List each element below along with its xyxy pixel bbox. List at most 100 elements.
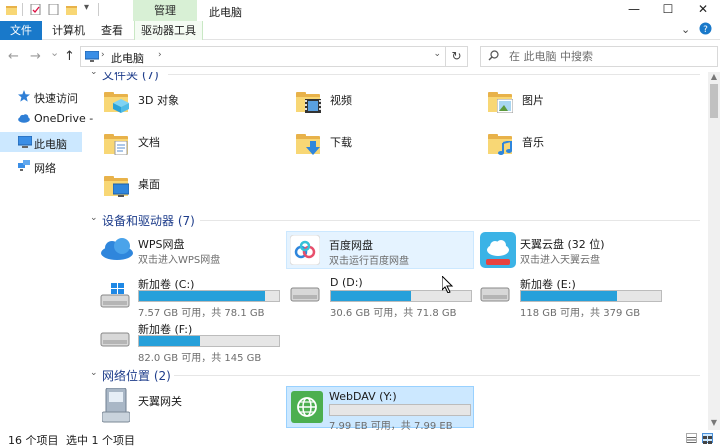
drive-free-space: 7.57 GB 可用，共 78.1 GB [138,308,265,319]
new-folder-icon[interactable] [66,4,77,15]
star-icon [18,90,30,102]
drive-description: 双击进入天翼云盘 [520,255,600,266]
tab-computer[interactable]: 计算机 [52,21,85,40]
drive-free-space: 30.6 GB 可用，共 71.8 GB [330,308,457,319]
scroll-down-icon[interactable]: ▼ [708,418,720,430]
mouse-cursor-icon [441,274,454,296]
properties-icon[interactable] [30,3,41,16]
customize-quick-access-icon[interactable]: ▾ [84,2,89,16]
new-document-icon[interactable] [48,3,59,16]
scroll-up-icon[interactable]: ▲ [708,72,720,84]
tab-drive-tools[interactable]: 驱动器工具 [134,21,203,40]
divider [168,74,700,75]
address-dropdown-icon[interactable]: ⌄ [433,49,441,59]
drive-usage-fill [331,291,412,301]
drive-item-f[interactable]: 新加卷 (F:) 82.0 GB 可用，共 145 GB [98,318,284,364]
recent-locations-button[interactable]: ⌄ [50,46,59,59]
search-icon [488,50,499,64]
folder-item-downloads[interactable]: 下载 [290,128,470,168]
drive-item-tianyi[interactable]: 天翼云盘 (32 位) 双击进入天翼云盘 [478,231,668,269]
windows-drive-icon [100,283,130,308]
folder-item-pictures[interactable]: 图片 [482,86,662,126]
chevron-down-icon: ⌄ [90,368,98,378]
tab-view[interactable]: 查看 [101,21,123,40]
drive-item-wps[interactable]: WPS网盘 双击进入WPS网盘 [98,231,284,269]
up-button[interactable]: ↑ [64,49,75,64]
drive-item-baidu[interactable]: 百度网盘 双击运行百度网盘 [286,231,474,269]
sidebar-item-label: 网络 [34,162,56,175]
group-title: 设备和驱动器 (7) [102,214,195,228]
breadcrumb-this-pc[interactable]: 此电脑 [111,50,144,66]
group-header-folders[interactable]: ⌄ 文件夹 (7) [88,72,700,82]
folder-item-3d-objects[interactable]: 3D 对象 [98,86,278,126]
minimize-button[interactable]: — [617,0,651,21]
divider [200,220,700,221]
search-box[interactable] [480,46,718,67]
network-item-webdav[interactable]: WebDAV (Y:) 7.99 EB 可用，共 7.99 EB [286,386,474,430]
window-title: 此电脑 [209,6,242,19]
drive-item-e[interactable]: 新加卷 (E:) 118 GB 可用，共 379 GB [478,273,664,319]
media-device-icon [101,387,131,424]
forward-button[interactable]: → [30,49,41,64]
refresh-button[interactable]: ↻ [445,47,467,66]
close-button[interactable]: ✕ [686,0,720,21]
folder-name: 图片 [522,94,544,107]
group-header-devices[interactable]: ⌄ 设备和驱动器 (7) [88,212,700,228]
group-header-network[interactable]: ⌄ 网络位置 (2) [88,367,700,383]
help-icon[interactable]: ? [699,22,712,38]
details-view-icon[interactable] [686,433,697,443]
network-icon [18,160,30,172]
search-input[interactable] [509,48,709,65]
network-item-tianyi-gateway[interactable]: 天翼网关 [98,386,284,426]
sidebar-item-this-pc[interactable]: 此电脑 [0,132,82,152]
tiles-view-icon[interactable] [702,433,713,444]
drive-usage-fill [139,336,200,346]
hard-drive-icon [480,287,510,311]
breadcrumb-separator[interactable]: › [101,50,105,60]
breadcrumb-separator[interactable]: › [158,50,162,60]
svg-text:?: ? [703,25,708,35]
folder-item-music[interactable]: 音乐 [482,128,662,168]
wps-cloud-icon [100,237,133,261]
folder-name: 桌面 [138,178,160,191]
cloud-icon [18,112,30,124]
folder-item-desktop[interactable]: 桌面 [98,170,278,210]
folder-item-videos[interactable]: 视频 [290,86,470,126]
computer-icon [84,50,100,62]
drive-usage-bar [138,335,280,347]
sidebar-item-network[interactable]: 网络 [0,156,82,176]
address-bar[interactable]: › 此电脑 › ⌄ ↻ [80,46,468,67]
manage-context-tab[interactable]: 管理 [133,0,197,21]
drive-free-space: 118 GB 可用，共 379 GB [520,308,641,319]
folder-name: 音乐 [522,136,544,149]
vertical-scrollbar[interactable]: ▲ ▼ [708,72,720,430]
group-title: 网络位置 (2) [102,369,171,383]
content-pane: ⌄ 文件夹 (7) 3D 对象 视频 图片 文档 下载 音乐 桌面 ⌄ 设备和驱… [82,72,708,430]
webdav-globe-icon [291,391,323,423]
downloads-folder-icon [296,134,320,155]
sidebar-item-quick-access[interactable]: 快速访问 [0,86,82,106]
drive-item-c[interactable]: 新加卷 (C:) 7.57 GB 可用，共 78.1 GB [98,273,284,319]
title-bar: ▾ 管理 此电脑 — ☐ ✕ [0,0,720,21]
sidebar-item-onedrive[interactable]: OneDrive - [0,108,93,128]
navigation-row: ← → ⌄ ↑ › 此电脑 › ⌄ ↻ [0,40,720,72]
chevron-down-icon[interactable]: ⌄ [681,23,690,36]
folder-name: 文档 [138,136,160,149]
navigation-pane: 快速访问 OneDrive - 此电脑 网络 [0,72,93,430]
maximize-button[interactable]: ☐ [651,0,685,21]
tab-file[interactable]: 文件 [0,21,42,40]
folder-icon[interactable] [6,4,17,15]
folder-name: 视频 [330,94,352,107]
separator [98,3,99,16]
back-button[interactable]: ← [8,49,19,64]
computer-icon [17,135,33,148]
documents-folder-icon [104,134,128,156]
drive-description: 双击进入WPS网盘 [138,255,221,266]
folder-item-documents[interactable]: 文档 [98,128,278,168]
drive-name: D (D:) [330,276,363,289]
videos-folder-icon [296,92,321,113]
network-location-name: WebDAV (Y:) [329,390,397,403]
drive-usage-bar [520,290,662,302]
scroll-thumb[interactable] [710,84,718,118]
drive-name: WPS网盘 [138,238,185,251]
